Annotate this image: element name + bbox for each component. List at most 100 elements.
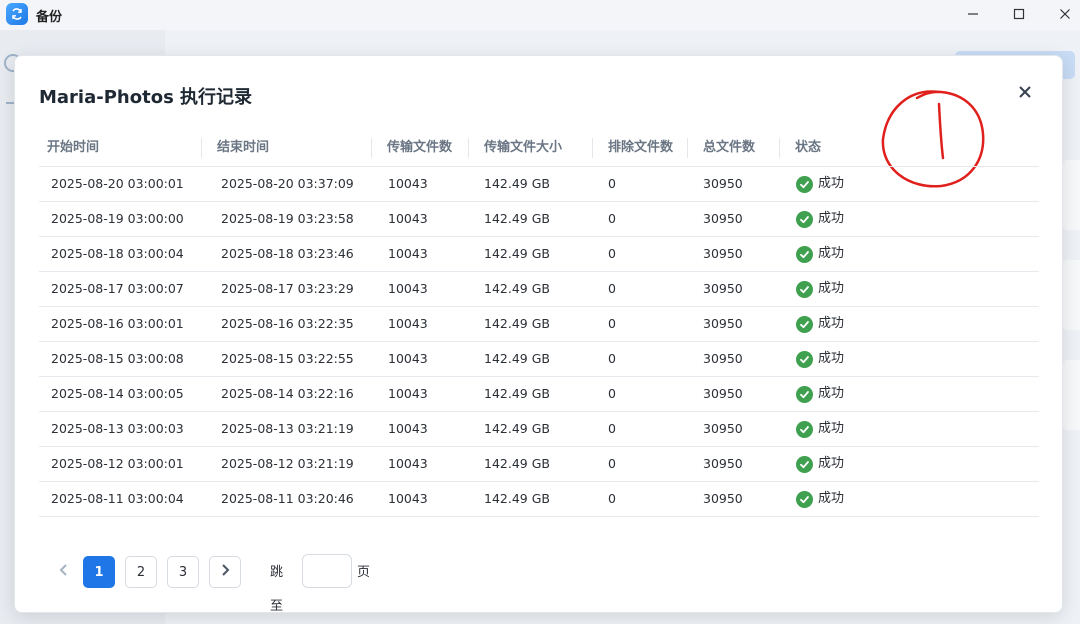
cell-end-time: 2025-08-12 03:21:19 [221, 456, 354, 471]
cell-start-time: 2025-08-17 03:00:07 [51, 281, 184, 296]
cell-status: 成功 [796, 237, 844, 271]
cell-status: 成功 [796, 202, 844, 236]
close-icon [1059, 5, 1071, 24]
status-text: 成功 [818, 281, 845, 296]
execution-log-table: 开始时间 结束时间 传输文件数 传输文件大小 排除文件数 总文件数 状态 202… [39, 132, 1039, 517]
cell-file-count: 10043 [388, 456, 428, 471]
cell-file-count: 10043 [388, 351, 428, 366]
page-suffix-label: 页 [357, 565, 371, 580]
page-button-1[interactable]: 1 [83, 556, 115, 588]
cell-total-count: 30950 [703, 246, 743, 261]
cell-end-time: 2025-08-19 03:23:58 [221, 211, 354, 226]
cell-file-count: 10043 [388, 211, 428, 226]
page-button-2[interactable]: 2 [125, 556, 157, 588]
cell-total-count: 30950 [703, 176, 743, 191]
status-text: 成功 [818, 456, 845, 471]
column-divider [371, 138, 372, 158]
cell-status: 成功 [796, 377, 844, 411]
table-row: 2025-08-19 03:00:00 2025-08-19 03:23:58 10… [39, 202, 1039, 237]
cell-status: 成功 [796, 167, 844, 201]
table-row: 2025-08-11 03:00:04 2025-08-11 03:20:46 10… [39, 482, 1039, 517]
status-text: 成功 [818, 386, 845, 401]
cell-end-time: 2025-08-18 03:23:46 [221, 246, 354, 261]
column-header-file-count[interactable]: 传输文件数 [387, 132, 452, 166]
check-circle-icon [796, 350, 813, 368]
cell-excluded-count: 0 [608, 211, 616, 226]
table-header: 开始时间 结束时间 传输文件数 传输文件大小 排除文件数 总文件数 状态 [39, 132, 1039, 167]
minimize-icon [967, 5, 979, 24]
check-circle-icon [796, 315, 813, 333]
cell-excluded-count: 0 [608, 421, 616, 436]
table-row: 2025-08-18 03:00:04 2025-08-18 03:23:46 10… [39, 237, 1039, 272]
cell-end-time: 2025-08-13 03:21:19 [221, 421, 354, 436]
status-text: 成功 [818, 491, 845, 506]
jump-to-label: 跳至 [270, 565, 284, 614]
table-row: 2025-08-15 03:00:08 2025-08-15 03:22:55 10… [39, 342, 1039, 377]
column-header-status[interactable]: 状态 [795, 132, 821, 166]
cell-total-count: 30950 [703, 386, 743, 401]
cell-end-time: 2025-08-20 03:37:09 [221, 176, 354, 191]
check-circle-icon [796, 420, 813, 438]
table-row: 2025-08-13 03:00:03 2025-08-13 03:21:19 10… [39, 412, 1039, 447]
dialog-title: Maria-Photos 执行记录 [39, 87, 253, 108]
cell-file-count: 10043 [388, 386, 428, 401]
status-text: 成功 [818, 351, 845, 366]
cell-status: 成功 [796, 272, 844, 306]
check-circle-icon [796, 175, 813, 193]
column-divider [468, 138, 469, 158]
cell-total-count: 30950 [703, 281, 743, 296]
check-circle-icon [796, 210, 813, 228]
column-divider [687, 138, 688, 158]
cell-status: 成功 [796, 342, 844, 376]
dialog-close-button[interactable] [1013, 81, 1037, 105]
cell-file-count: 10043 [388, 176, 428, 191]
minimize-button[interactable] [955, 2, 991, 26]
cell-total-count: 30950 [703, 421, 743, 436]
cell-excluded-count: 0 [608, 351, 616, 366]
cell-total-count: 30950 [703, 491, 743, 506]
cell-file-size: 142.49 GB [484, 351, 550, 366]
maximize-button[interactable] [1001, 2, 1037, 26]
column-header-excluded[interactable]: 排除文件数 [608, 132, 673, 166]
jump-page-input[interactable] [302, 554, 352, 588]
cell-start-time: 2025-08-13 03:00:03 [51, 421, 184, 436]
status-text: 成功 [818, 421, 845, 436]
next-page-button[interactable] [209, 556, 241, 588]
cell-end-time: 2025-08-15 03:22:55 [221, 351, 354, 366]
cell-file-count: 10043 [388, 281, 428, 296]
cell-file-size: 142.49 GB [484, 211, 550, 226]
status-text: 成功 [818, 176, 845, 191]
column-header-total[interactable]: 总文件数 [703, 132, 755, 166]
column-header-end-time[interactable]: 结束时间 [217, 132, 269, 166]
execution-log-dialog: Maria-Photos 执行记录 开始时间 结束时间 传输文件数 传输文件大小… [14, 55, 1063, 614]
cell-start-time: 2025-08-12 03:00:01 [51, 456, 184, 471]
cell-total-count: 30950 [703, 211, 743, 226]
chevron-left-icon [58, 563, 70, 581]
cell-file-size: 142.49 GB [484, 456, 550, 471]
close-icon [1018, 84, 1032, 103]
maximize-icon [1013, 5, 1025, 24]
cell-excluded-count: 0 [608, 386, 616, 401]
cell-end-time: 2025-08-11 03:20:46 [221, 491, 354, 506]
sync-icon [6, 3, 28, 25]
cell-status: 成功 [796, 412, 844, 446]
column-header-file-size[interactable]: 传输文件大小 [484, 132, 562, 166]
window-close-button[interactable] [1047, 2, 1080, 26]
cell-total-count: 30950 [703, 351, 743, 366]
chevron-right-icon [219, 563, 231, 581]
cell-start-time: 2025-08-19 03:00:00 [51, 211, 184, 226]
cell-start-time: 2025-08-20 03:00:01 [51, 176, 184, 191]
table-body: 2025-08-20 03:00:01 2025-08-20 03:37:09 10… [39, 167, 1039, 517]
cell-start-time: 2025-08-14 03:00:05 [51, 386, 184, 401]
cell-file-size: 142.49 GB [484, 281, 550, 296]
page-button-3[interactable]: 3 [167, 556, 199, 588]
prev-page-button[interactable] [48, 556, 80, 588]
column-header-start-time[interactable]: 开始时间 [47, 132, 99, 166]
cell-file-count: 10043 [388, 491, 428, 506]
check-circle-icon [796, 245, 813, 263]
cell-excluded-count: 0 [608, 491, 616, 506]
cell-file-size: 142.49 GB [484, 246, 550, 261]
table-row: 2025-08-16 03:00:01 2025-08-16 03:22:35 10… [39, 307, 1039, 342]
table-row: 2025-08-14 03:00:05 2025-08-14 03:22:16 10… [39, 377, 1039, 412]
cell-file-count: 10043 [388, 421, 428, 436]
